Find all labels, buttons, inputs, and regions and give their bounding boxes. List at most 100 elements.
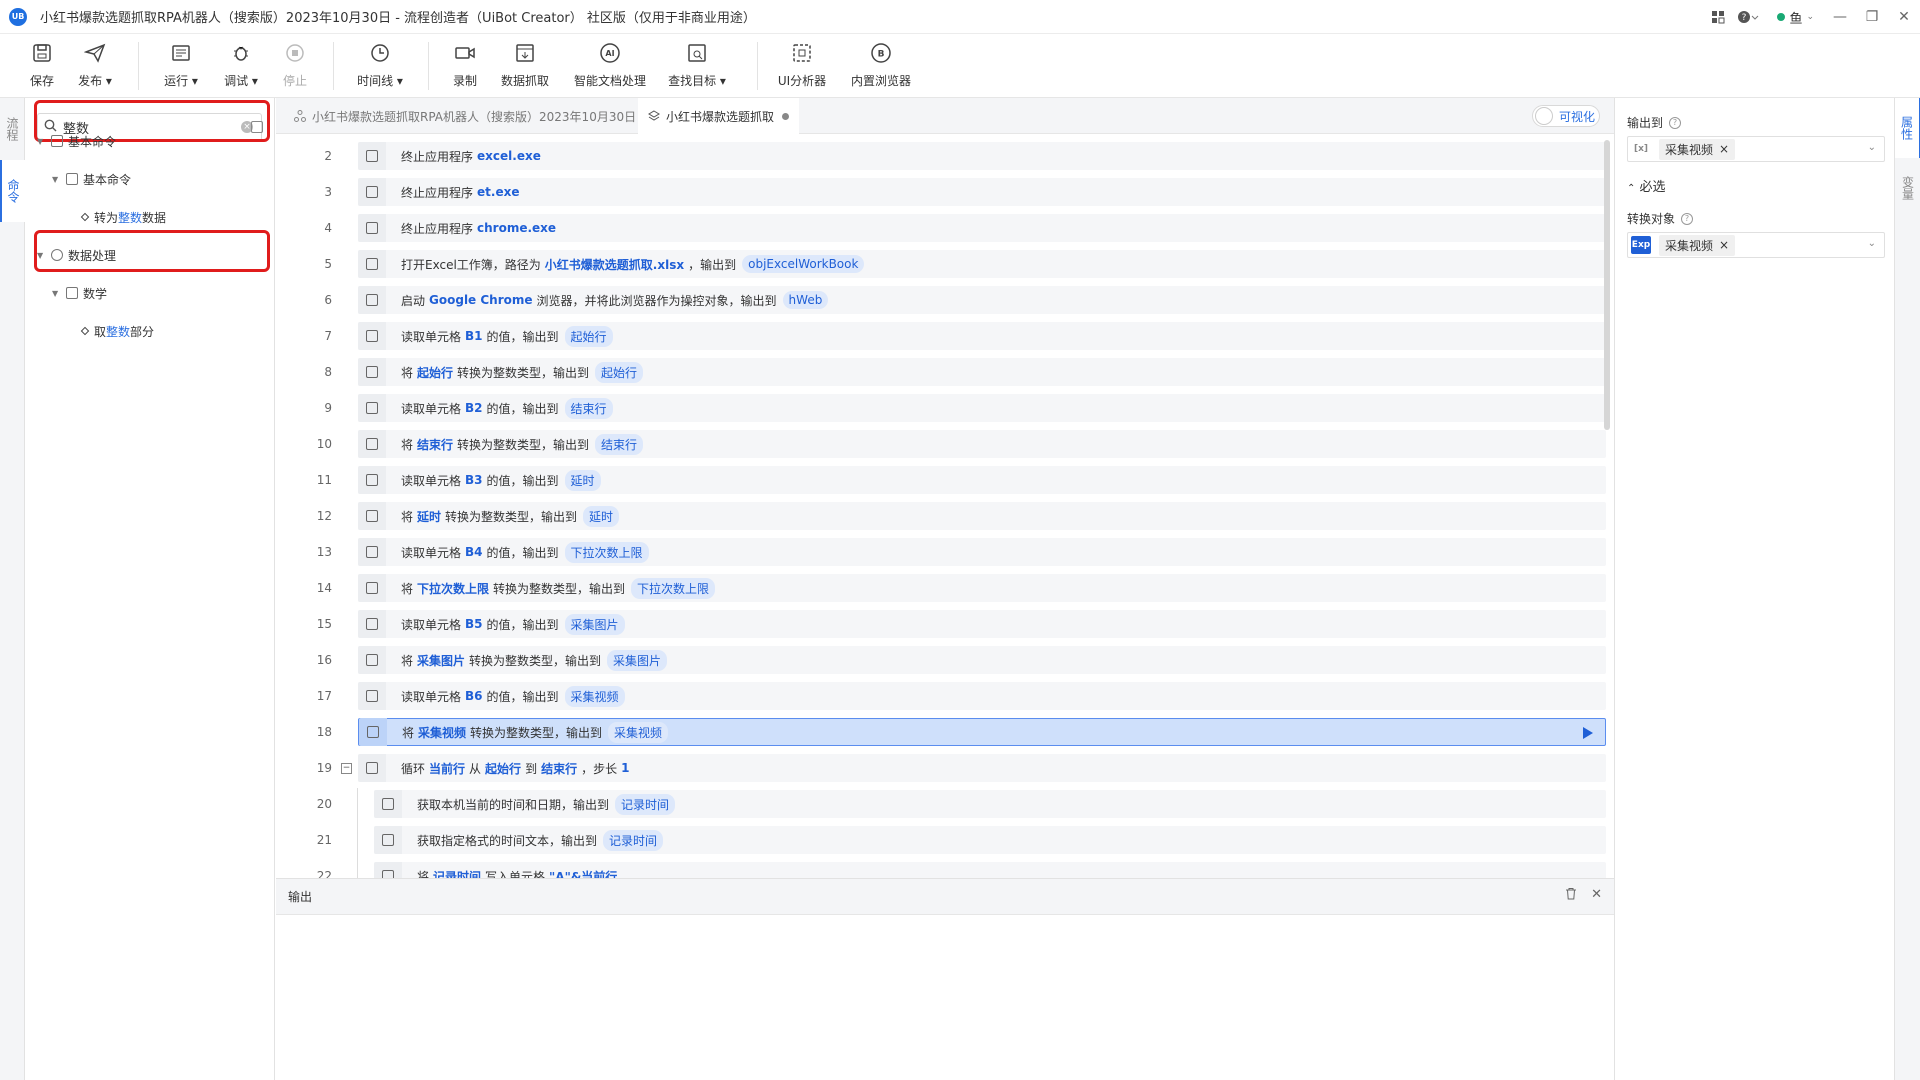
visualize-toggle[interactable]: 可视化: [1532, 105, 1600, 127]
code-block[interactable]: 将延时 转换为整数类型，输出到 延时: [358, 502, 1606, 530]
argument-value: B3: [465, 473, 483, 487]
code-line[interactable]: 18 将采集视频 转换为整数类型，输出到 采集视频: [276, 716, 1606, 748]
remove-icon[interactable]: ×: [1719, 238, 1729, 252]
tree-item-convert-to-int[interactable]: 转为 整数 数据: [80, 206, 166, 228]
toggle-knob: [1535, 107, 1553, 125]
code-block[interactable]: 获取本机当前的时间和日期，输出到 记录时间: [374, 790, 1606, 818]
code-line[interactable]: 4 终止应用程序 chrome.exe: [276, 212, 1606, 244]
right-side-tabs: 属性 变量: [1894, 98, 1920, 1080]
data-scrape-label: 数据抓取: [500, 74, 549, 88]
code-block[interactable]: 读取单元格 B2 的值，输出到 结束行: [358, 394, 1606, 422]
user-menu[interactable]: 鱼 ⌄: [1777, 8, 1814, 27]
code-line[interactable]: 21 获取指定格式的时间文本，输出到 记录时间: [276, 824, 1606, 860]
trash-icon[interactable]: [1565, 887, 1577, 904]
ai-doc-icon: AI: [597, 40, 623, 66]
code-block[interactable]: 将下拉次数上限 转换为整数类型，输出到 下拉次数上限: [358, 574, 1606, 602]
publish-button[interactable]: 发布 ▾: [60, 40, 130, 94]
tree-item-int-part[interactable]: 取整数 部分: [80, 320, 154, 342]
tab-main-flow[interactable]: 小红书爆款选题抓取RPA机器人（搜索版）2023年10月30日: [284, 98, 646, 134]
code-line[interactable]: 10 将结束行 转换为整数类型，输出到 结束行: [276, 428, 1606, 460]
command-icon: [374, 862, 402, 878]
code-block[interactable]: 读取单元格 B4 的值，输出到 下拉次数上限: [358, 538, 1606, 566]
code-block[interactable]: 将起始行 转换为整数类型，输出到 起始行: [358, 358, 1606, 386]
code-line[interactable]: 3 终止应用程序 et.exe: [276, 176, 1606, 208]
data-scrape-button[interactable]: 数据抓取: [490, 40, 560, 94]
find-target-button[interactable]: 查找目标 ▾: [662, 40, 732, 94]
remove-icon[interactable]: ×: [1719, 142, 1729, 156]
help-icon[interactable]: ?: [1681, 212, 1694, 225]
tab-current-flow[interactable]: 小红书爆款选题抓取: [638, 98, 800, 134]
filter-icon[interactable]: [251, 121, 263, 133]
code-block[interactable]: 将记录时间 写入单元格 "A"&当前行: [374, 862, 1606, 878]
timeline-button[interactable]: 时间线 ▾: [345, 40, 415, 94]
required-section[interactable]: ⌃ 必选: [1627, 176, 1666, 195]
code-block[interactable]: 终止应用程序 et.exe: [358, 178, 1606, 206]
command-icon: [358, 682, 386, 710]
help-icon[interactable]: ?: [1733, 0, 1763, 34]
code-block[interactable]: 读取单元格 B6 的值，输出到 采集视频: [358, 682, 1606, 710]
code-line[interactable]: 8 将起始行 转换为整数类型，输出到 起始行: [276, 356, 1606, 388]
code-block[interactable]: 获取指定格式的时间文本，输出到 记录时间: [374, 826, 1606, 854]
code-block[interactable]: 启动 Google Chrome 浏览器，并将此浏览器作为操控对象，输出到 hWeb: [358, 286, 1606, 314]
expression-mode-icon[interactable]: Exp: [1631, 236, 1651, 254]
builtin-browser-label: 内置浏览器: [850, 74, 911, 88]
close-icon[interactable]: ✕: [1591, 887, 1602, 904]
code-line[interactable]: 5 打开Excel工作簿，路径为 小红书爆款选题抓取.xlsx ，输出到 objExce…: [276, 248, 1606, 280]
grid-icon[interactable]: [1703, 0, 1733, 34]
builtin-browser-button[interactable]: B 内置浏览器: [846, 40, 916, 94]
code-line[interactable]: 16 将采集图片 转换为整数类型，输出到 采集图片: [276, 644, 1606, 676]
code-line[interactable]: 12 将延时 转换为整数类型，输出到 延时: [276, 500, 1606, 532]
tree-node-basic-commands-child[interactable]: ▼ 基本命令: [52, 168, 131, 190]
command-text-part: 读取单元格: [401, 473, 462, 488]
line-number: 7: [324, 329, 332, 343]
chevron-down-icon[interactable]: ⌄: [1868, 142, 1876, 153]
restore-button[interactable]: ❐: [1856, 0, 1888, 34]
indent-guide: [357, 788, 358, 824]
output-variable-tag: 记录时间: [615, 793, 676, 815]
tree-node-basic-commands[interactable]: ▼ 基本命令: [37, 130, 116, 152]
tab-variables[interactable]: 变量: [1895, 158, 1920, 218]
tree-label: 数据处理: [68, 248, 117, 263]
help-icon[interactable]: ?: [1669, 116, 1682, 129]
code-line[interactable]: 19− 循环 当前行从起始行到结束行 ，步长 1: [276, 752, 1606, 784]
code-block[interactable]: 将结束行 转换为整数类型，输出到 结束行: [358, 430, 1606, 458]
code-block[interactable]: 循环 当前行从起始行到结束行 ，步长 1: [358, 754, 1606, 782]
code-block[interactable]: 打开Excel工作簿，路径为 小红书爆款选题抓取.xlsx ，输出到 objExcel…: [358, 250, 1606, 278]
code-block[interactable]: 终止应用程序 excel.exe: [358, 142, 1606, 170]
minimize-button[interactable]: —: [1824, 0, 1856, 34]
command-icon: [358, 466, 386, 494]
code-line[interactable]: 22 将记录时间 写入单元格 "A"&当前行: [276, 860, 1606, 878]
output-to-field[interactable]: [x] 采集视频 × ⌄: [1627, 136, 1885, 162]
caret-down-icon: ▼: [37, 136, 44, 146]
code-block[interactable]: 读取单元格 B1 的值，输出到 起始行: [358, 322, 1606, 350]
tree-node-data-processing[interactable]: ▼ 数据处理: [37, 244, 116, 266]
code-line[interactable]: 17 读取单元格 B6 的值，输出到 采集视频: [276, 680, 1606, 712]
code-line[interactable]: 13 读取单元格 B4 的值，输出到 下拉次数上限: [276, 536, 1606, 568]
code-line[interactable]: 7 读取单元格 B1 的值，输出到 起始行: [276, 320, 1606, 352]
code-line[interactable]: 9 读取单元格 B2 的值，输出到 结束行: [276, 392, 1606, 424]
code-block[interactable]: 读取单元格 B3 的值，输出到 延时: [358, 466, 1606, 494]
tab-flow[interactable]: 流程: [0, 98, 25, 160]
close-button[interactable]: ✕: [1888, 0, 1920, 34]
convert-target-field[interactable]: Exp 采集视频 × ⌄: [1627, 232, 1885, 258]
code-block[interactable]: 终止应用程序 chrome.exe: [358, 214, 1606, 242]
ui-analyzer-button[interactable]: UI分析器: [767, 40, 837, 94]
code-line[interactable]: 15 读取单元格 B5 的值，输出到 采集图片: [276, 608, 1606, 640]
code-line[interactable]: 14 将下拉次数上限 转换为整数类型，输出到 下拉次数上限: [276, 572, 1606, 604]
code-line[interactable]: 20 获取本机当前的时间和日期，输出到 记录时间: [276, 788, 1606, 824]
code-line[interactable]: 6 启动 Google Chrome 浏览器，并将此浏览器作为操控对象，输出到 hWeb: [276, 284, 1606, 316]
code-block[interactable]: 读取单元格 B5 的值，输出到 采集图片: [358, 610, 1606, 638]
collapse-icon[interactable]: −: [341, 763, 352, 774]
tab-attributes[interactable]: 属性: [1895, 98, 1920, 158]
code-block-selected[interactable]: 将采集视频 转换为整数类型，输出到 采集视频: [358, 718, 1606, 746]
run-line-icon[interactable]: [1583, 727, 1593, 739]
editor-scrollbar[interactable]: [1604, 140, 1610, 430]
tab-command[interactable]: 命令: [0, 160, 25, 222]
smart-doc-button[interactable]: AI 智能文档处理: [574, 40, 646, 94]
tree-node-math[interactable]: ▼ 数学: [52, 282, 107, 304]
chevron-down-icon[interactable]: ⌄: [1868, 238, 1876, 249]
stop-button[interactable]: 停止: [260, 40, 330, 94]
code-line[interactable]: 2 终止应用程序 excel.exe: [276, 140, 1606, 172]
code-line[interactable]: 11 读取单元格 B3 的值，输出到 延时: [276, 464, 1606, 496]
code-block[interactable]: 将采集图片 转换为整数类型，输出到 采集图片: [358, 646, 1606, 674]
